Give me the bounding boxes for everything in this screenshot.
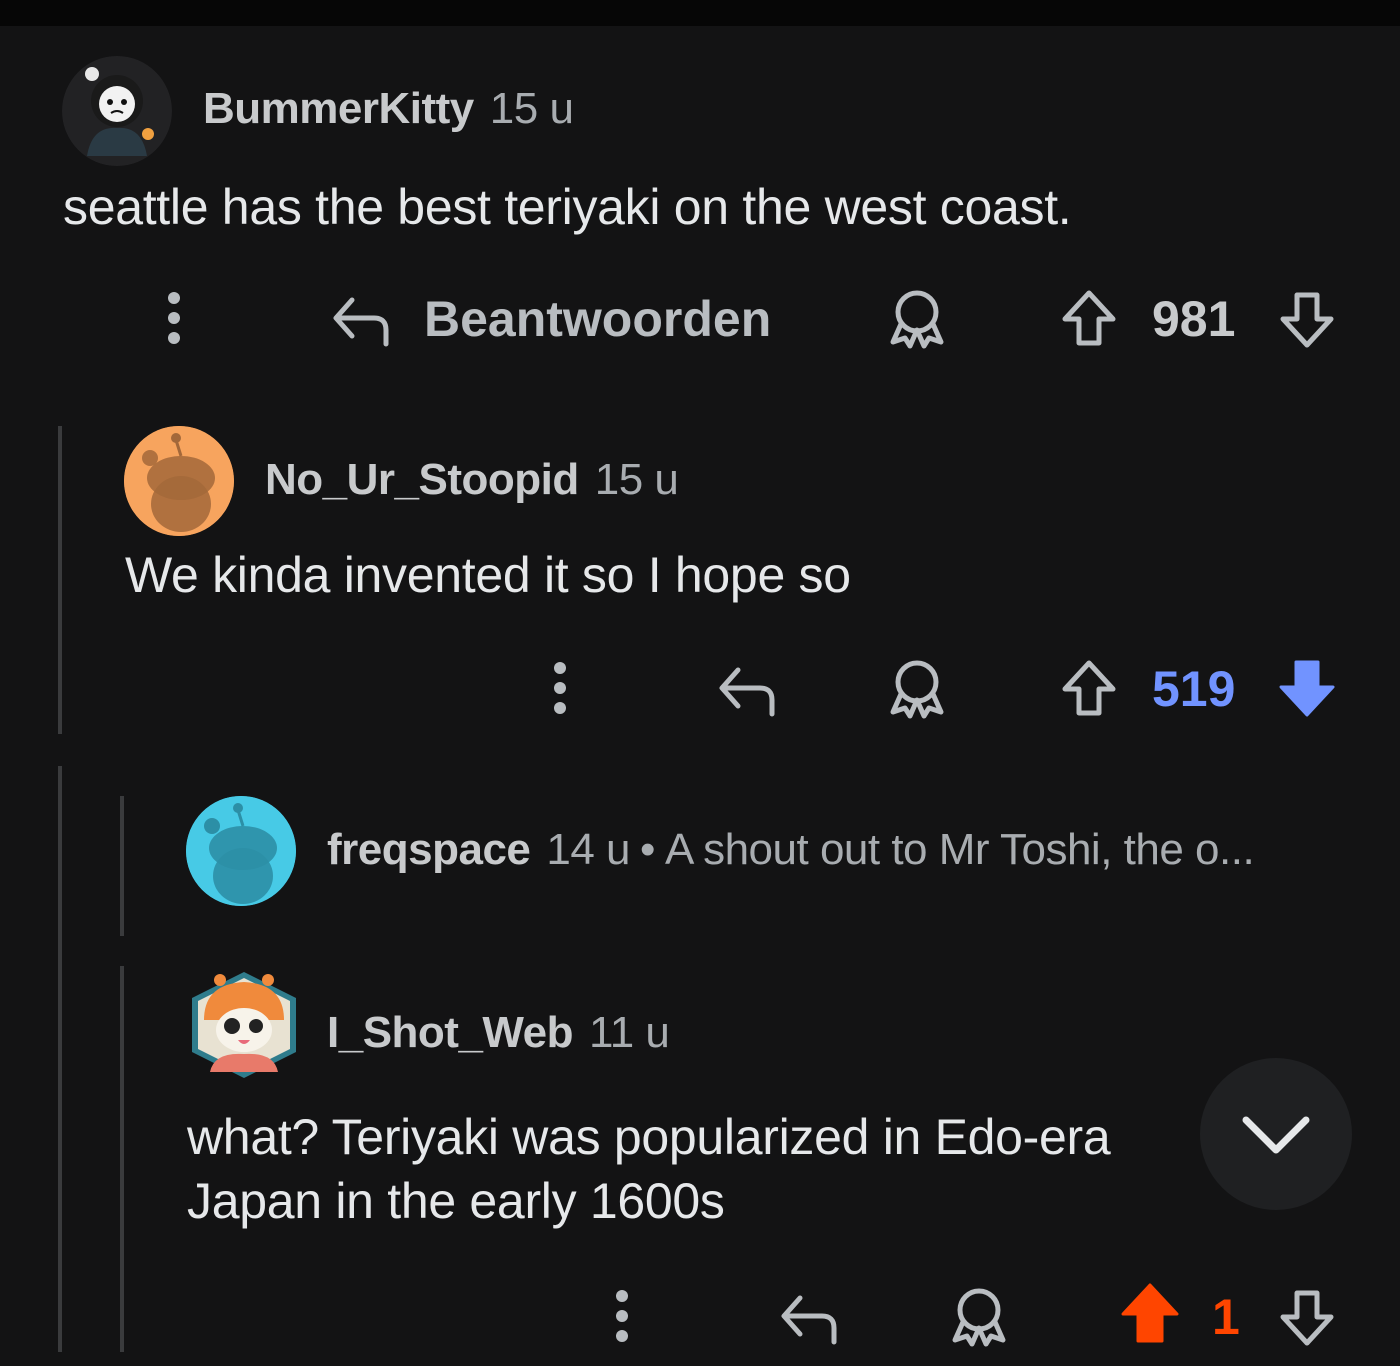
avatar-i-shot-web[interactable]	[184, 966, 304, 1082]
comment-author[interactable]: BummerKitty 15 u	[203, 84, 574, 134]
vote-score: 1	[1212, 1289, 1240, 1345]
reply-icon[interactable]	[330, 290, 390, 348]
thread-line[interactable]	[120, 796, 124, 936]
comment-age: 14 u	[546, 825, 631, 874]
comment-thread-page: BummerKitty 15 u seattle has the best ter…	[0, 0, 1400, 1366]
comment-age: 15 u	[489, 84, 574, 133]
reply-icon[interactable]	[778, 1288, 838, 1346]
upvote-icon[interactable]	[1060, 658, 1118, 718]
comment-age: 15 u	[594, 455, 679, 504]
reply-button[interactable]: Beantwoorden	[424, 290, 771, 348]
chevron-down-icon	[1242, 1116, 1310, 1154]
comment-body-line-2: Japan in the early 1600s	[187, 1173, 725, 1229]
award-icon[interactable]	[888, 288, 946, 350]
username-text[interactable]: BummerKitty	[203, 84, 474, 133]
avatar-freqspace[interactable]	[186, 796, 296, 906]
avatar-no-ur-stoopid[interactable]	[124, 426, 234, 536]
username-text[interactable]: I_Shot_Web	[327, 1008, 574, 1057]
comment-author[interactable]: I_Shot_Web 11 u	[327, 1008, 670, 1058]
upvote-icon[interactable]	[1120, 1282, 1180, 1344]
thread-line[interactable]	[58, 766, 62, 1352]
downvote-icon[interactable]	[1278, 1288, 1336, 1348]
more-vertical-icon[interactable]	[548, 660, 572, 716]
vote-score: 519	[1152, 661, 1236, 717]
comment-author[interactable]: No_Ur_Stoopid 15 u	[265, 455, 679, 505]
downvote-icon[interactable]	[1278, 658, 1336, 718]
more-vertical-icon[interactable]	[162, 290, 186, 346]
comment-age: 11 u	[589, 1008, 670, 1057]
award-icon[interactable]	[888, 658, 946, 720]
thread-line[interactable]	[58, 426, 62, 734]
status-bar	[0, 0, 1400, 26]
award-icon[interactable]	[950, 1286, 1008, 1348]
reply-icon[interactable]	[716, 660, 776, 718]
comment-body: We kinda invented it so I hope so	[125, 547, 851, 603]
avatar-bummerkitty[interactable]	[62, 56, 172, 166]
downvote-icon[interactable]	[1278, 290, 1336, 350]
scroll-next-button[interactable]	[1200, 1058, 1352, 1210]
username-text[interactable]: freqspace	[327, 825, 531, 874]
comment-body-line-1: what? Teriyaki was popularized in Edo-er…	[187, 1109, 1111, 1165]
more-vertical-icon[interactable]	[610, 1288, 634, 1344]
upvote-icon[interactable]	[1060, 288, 1118, 348]
username-text[interactable]: No_Ur_Stoopid	[265, 455, 579, 504]
vote-score: 981	[1152, 291, 1236, 347]
comment-body: seattle has the best teriyaki on the wes…	[63, 179, 1072, 235]
separator-dot: •	[640, 825, 655, 874]
collapsed-comment-header[interactable]: freqspace 14 u • A shout out to Mr Toshi, t…	[327, 825, 1255, 875]
collapsed-preview: A shout out to Mr Toshi, the o...	[664, 825, 1255, 874]
thread-line[interactable]	[120, 966, 124, 1352]
